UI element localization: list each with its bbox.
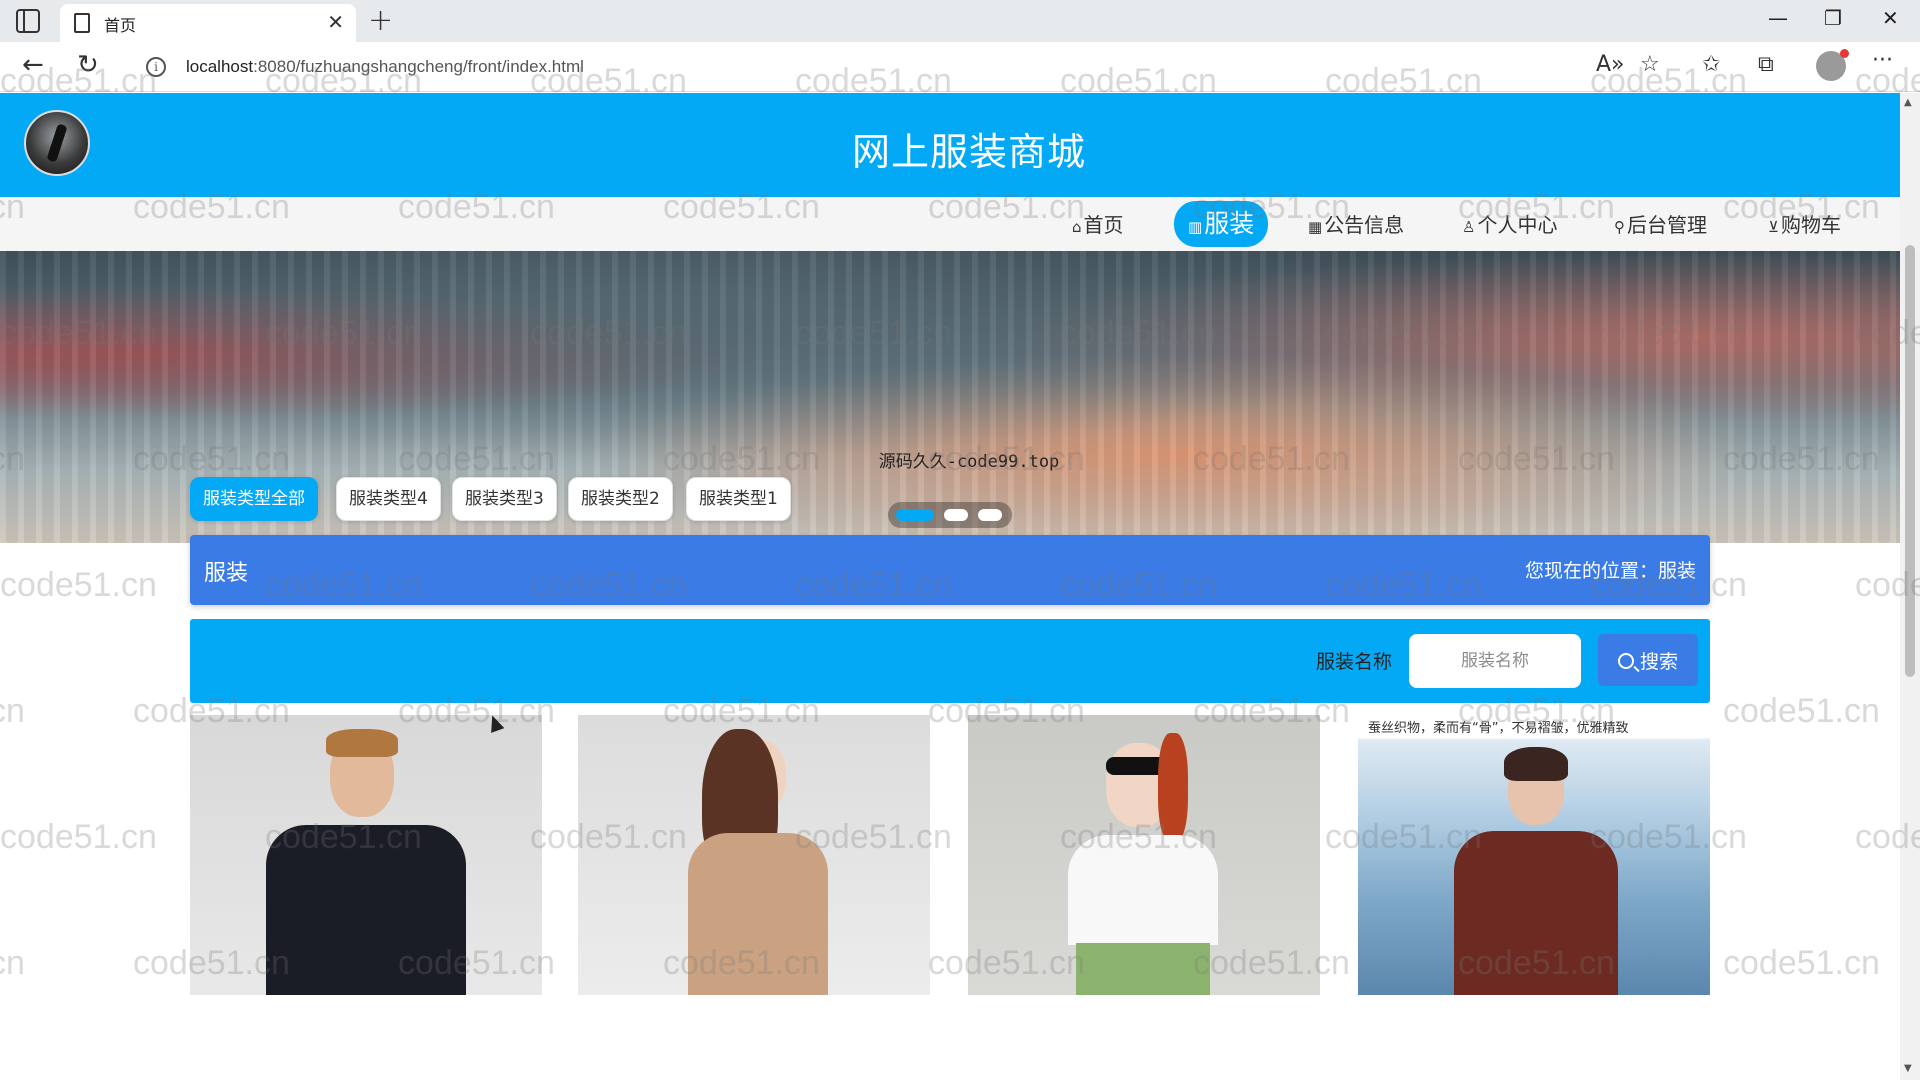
- search-input[interactable]: [1409, 634, 1581, 688]
- filter-type-1[interactable]: 服装类型1: [686, 477, 791, 521]
- filter-all[interactable]: 服装类型全部: [190, 477, 318, 521]
- filter-type-2[interactable]: 服装类型2: [568, 477, 673, 521]
- favorites-icon[interactable]: ✩: [1702, 52, 1720, 77]
- page-scrollbar[interactable]: ▲ ▼: [1900, 93, 1920, 1080]
- close-window-icon[interactable]: ✕: [1882, 6, 1899, 30]
- carousel-dot-1[interactable]: [896, 509, 934, 521]
- grid-icon: ▥: [1188, 218, 1203, 236]
- nav-item-announcements[interactable]: ▦ 公告信息: [1308, 208, 1404, 242]
- back-icon[interactable]: ←: [22, 50, 44, 80]
- filter-type-4[interactable]: 服装类型4: [336, 477, 441, 521]
- search-bar: 服装名称 搜索: [190, 619, 1710, 703]
- refresh-icon[interactable]: ↻: [77, 50, 99, 80]
- section-title: 服装: [204, 561, 249, 586]
- user-icon: ♙: [1462, 218, 1476, 236]
- cart-icon: ⊻: [1768, 218, 1779, 236]
- main-nav: ⌂ 首页 ▥服装 ▦ 公告信息 ♙ 个人中心 ⚲ 后台管理 ⊻ 购物车: [0, 197, 1900, 251]
- product-grid: 蚕丝织物，柔而有“骨”，不易褶皱，优雅精致: [190, 715, 1710, 995]
- info-icon[interactable]: i: [146, 57, 166, 77]
- product-card[interactable]: [190, 715, 542, 995]
- search-label: 服装名称: [1316, 651, 1393, 673]
- link-icon: ⚲: [1614, 218, 1625, 236]
- nav-item-admin[interactable]: ⚲ 后台管理: [1614, 208, 1707, 242]
- profile-avatar[interactable]: [1816, 49, 1849, 81]
- product-card[interactable]: [968, 715, 1320, 995]
- restore-icon[interactable]: ❐: [1824, 6, 1842, 30]
- nav-item-cart[interactable]: ⊻ 购物车: [1768, 208, 1841, 242]
- collections-icon[interactable]: ⧉: [1758, 52, 1774, 77]
- address-bar: ← ↻ i localhost:8080/fuzhuangshangcheng/…: [0, 42, 1920, 92]
- gift-icon: ▦: [1308, 218, 1323, 236]
- minimize-icon[interactable]: —: [1768, 6, 1788, 30]
- more-icon[interactable]: ···: [1872, 48, 1893, 73]
- carousel-dot-3[interactable]: [978, 509, 1002, 521]
- tab-actions-icon[interactable]: [16, 9, 40, 33]
- search-button[interactable]: 搜索: [1598, 634, 1698, 686]
- nav-item-home[interactable]: ⌂ 首页: [1072, 208, 1124, 242]
- read-aloud-icon[interactable]: A»: [1596, 52, 1625, 77]
- filter-type-3[interactable]: 服装类型3: [452, 477, 557, 521]
- breadcrumb: 您现在的位置：服装: [1524, 560, 1696, 582]
- scroll-down-icon[interactable]: ▼: [1904, 1063, 1912, 1074]
- section-title-bar: 服装 您现在的位置：服装: [190, 535, 1710, 605]
- banner-credit: 源码久久-code99.top: [878, 452, 1060, 472]
- page-icon: [74, 13, 90, 33]
- product-card[interactable]: [578, 715, 930, 995]
- url-field[interactable]: i localhost:8080/fuzhuangshangcheng/fron…: [128, 48, 1668, 86]
- tab-title: 首页: [104, 16, 137, 35]
- add-favorite-icon[interactable]: ☆: [1640, 52, 1660, 77]
- scroll-thumb[interactable]: [1905, 245, 1915, 677]
- scroll-up-icon[interactable]: ▲: [1904, 97, 1912, 108]
- carousel-indicators: [888, 502, 1012, 528]
- url-text: localhost:8080/fuzhuangshangcheng/front/…: [186, 57, 584, 76]
- product-caption: 蚕丝织物，柔而有“骨”，不易褶皱，优雅精致: [1368, 721, 1629, 736]
- site-header: 网上服装商城: [0, 93, 1900, 197]
- new-tab-button[interactable]: +: [368, 3, 393, 38]
- search-icon: [1617, 652, 1634, 669]
- close-tab-icon[interactable]: ✕: [327, 10, 344, 34]
- nav-item-clothing[interactable]: ▥服装: [1174, 201, 1269, 247]
- browser-tab[interactable]: 首页 ✕: [60, 4, 356, 42]
- nav-item-profile[interactable]: ♙ 个人中心: [1462, 208, 1557, 242]
- web-page: 网上服装商城 ⌂ 首页 ▥服装 ▦ 公告信息 ♙ 个人中心 ⚲ 后台管理 ⊻ 购物车 源码…: [0, 93, 1900, 1080]
- product-card[interactable]: 蚕丝织物，柔而有“骨”，不易褶皱，优雅精致: [1358, 715, 1710, 995]
- home-icon: ⌂: [1072, 218, 1082, 236]
- site-title: 网上服装商城: [851, 130, 1086, 174]
- browser-tab-strip: 首页 ✕ + — ❐ ✕: [0, 0, 1920, 42]
- carousel-dot-2[interactable]: [944, 509, 968, 521]
